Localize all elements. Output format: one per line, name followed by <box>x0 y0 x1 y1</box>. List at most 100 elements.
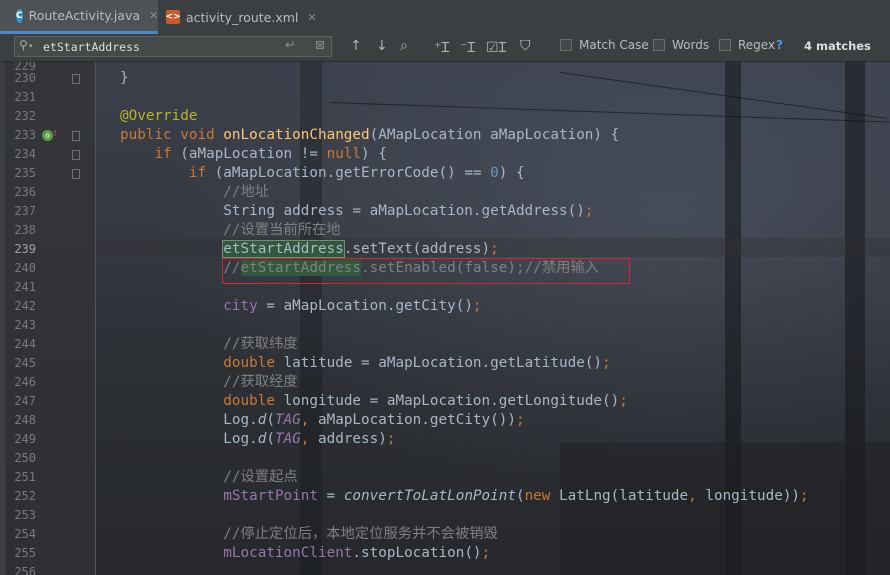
search-input[interactable]: ⚲ ▾ etStartAddress ↵ ⊠ <box>14 36 332 57</box>
line-number: 237 <box>14 204 36 218</box>
line-number: 248 <box>14 413 36 427</box>
tab-route-activity[interactable]: C RouteActivity.java ✕ <box>0 0 158 34</box>
line-number: 256 <box>14 565 36 575</box>
code-line: 254 //停止定位后，本地定位服务并不会被销毁 <box>0 525 890 544</box>
add-occurrence-icon[interactable]: ⁺Ɪ <box>434 38 449 57</box>
line-number: 238 <box>14 223 36 237</box>
code-text: double longitude = aMapLocation.getLongi… <box>223 393 628 409</box>
clear-search-icon[interactable]: ⊠ <box>315 38 325 52</box>
xml-file-icon: <> <box>165 10 181 24</box>
code-line: 230 } <box>0 69 890 88</box>
match-count: 4 matches <box>804 39 871 53</box>
regex-checkbox[interactable] <box>719 39 731 51</box>
line-number: 241 <box>14 280 36 294</box>
code-text: //设置当前所在地 <box>120 222 341 238</box>
code-text: //获取经度 <box>120 374 298 390</box>
close-icon[interactable]: ✕ <box>307 11 316 24</box>
code-line: 251 //设置起点 <box>0 468 890 487</box>
code-line: 252 mStartPoint = convertToLatLonPoint(n… <box>0 487 890 506</box>
remove-occurrence-icon[interactable]: ⁻Ɪ <box>460 38 475 57</box>
search-query-text[interactable]: etStartAddress <box>43 40 140 54</box>
regex-help-link[interactable]: ? <box>776 38 783 52</box>
filter-icon[interactable]: ⛉ <box>520 38 531 54</box>
match-case-checkbox[interactable] <box>560 39 572 51</box>
line-number: 250 <box>14 451 36 465</box>
search-match-highlight: etStartAddress <box>222 240 345 258</box>
words-label[interactable]: Words <box>672 38 709 52</box>
new-line-icon[interactable]: ↵ <box>285 38 296 53</box>
code-text: Log.d(TAG, aMapLocation.getCity()); <box>120 412 525 428</box>
editor-tab-bar: C RouteActivity.java ✕ <> activity_route… <box>0 0 890 35</box>
line-number: 231 <box>14 90 36 104</box>
code-line-current: 239 etStartAddress.setText(address); <box>0 240 890 259</box>
c-class-icon: C <box>16 8 23 23</box>
words-checkbox[interactable] <box>653 39 665 51</box>
code-text: Log.d(TAG, address); <box>120 431 396 447</box>
close-icon[interactable]: ✕ <box>149 9 158 22</box>
code-line: 231 <box>0 88 890 107</box>
line-number: 234 <box>14 147 36 161</box>
line-number: 230 <box>14 71 36 85</box>
code-text: city = aMapLocation.getCity(); <box>223 298 482 314</box>
code-line: 245 double latitude = aMapLocation.getLa… <box>0 354 890 373</box>
code-line: 244 //获取纬度 <box>0 335 890 354</box>
next-occurrence-icon[interactable]: ↓ <box>376 38 388 54</box>
line-number: 242 <box>14 299 36 313</box>
tab-activity-route-xml[interactable]: <> activity_route.xml ✕ <box>158 0 318 34</box>
code-text: //地址 <box>120 184 270 200</box>
code-text: if (aMapLocation != null) { <box>154 146 387 162</box>
tab-label: activity_route.xml <box>186 9 299 25</box>
search-history-dropdown-icon[interactable]: ▾ <box>29 42 33 50</box>
line-number: 252 <box>14 489 36 503</box>
red-annotation-box <box>222 258 630 284</box>
code-line: 253 <box>0 506 890 525</box>
code-line: 256 <box>0 563 890 575</box>
code-line: 249 Log.d(TAG, address); <box>0 430 890 449</box>
line-number: 235 <box>14 166 36 180</box>
line-number: 245 <box>14 356 36 370</box>
code-editor[interactable]: o ↑ 229 230 } 231 232 @Override 233 publ… <box>0 62 890 575</box>
match-case-label[interactable]: Match Case <box>579 38 649 52</box>
previous-occurrence-icon[interactable]: ↑ <box>350 38 362 54</box>
line-number: 253 <box>14 508 36 522</box>
code-line: 234 if (aMapLocation != null) { <box>0 145 890 164</box>
code-line: 235 if (aMapLocation.getErrorCode() == 0… <box>0 164 890 183</box>
select-all-occurrences-icon[interactable]: ☑Ɪ <box>486 38 506 57</box>
line-number: 251 <box>14 470 36 484</box>
find-bar: ⚲ ▾ etStartAddress ↵ ⊠ ↑ ↓ ⌕ ⁺Ɪ ⁻Ɪ ☑Ɪ ⛉ … <box>0 34 890 62</box>
code-text: public void onLocationChanged(AMapLocati… <box>120 127 620 143</box>
code-line: 243 <box>0 316 890 335</box>
line-number: 240 <box>14 261 36 275</box>
code-line: 233 public void onLocationChanged(AMapLo… <box>0 126 890 145</box>
code-text: //获取纬度 <box>120 336 298 352</box>
code-line: 236 //地址 <box>0 183 890 202</box>
code-line: 250 <box>0 449 890 468</box>
code-line: 247 double longitude = aMapLocation.getL… <box>0 392 890 411</box>
code-line: 237 String address = aMapLocation.getAdd… <box>0 202 890 221</box>
code-text: String address = aMapLocation.getAddress… <box>120 203 594 219</box>
code-text: if (aMapLocation.getErrorCode() == 0) { <box>188 165 525 181</box>
line-number: 255 <box>14 546 36 560</box>
line-number: 233 <box>14 128 36 142</box>
search-icon[interactable]: ⚲ <box>19 38 28 52</box>
code-text: mLocationClient.stopLocation(); <box>223 545 491 561</box>
find-all-icon[interactable]: ⌕ <box>400 38 408 54</box>
code-line: 242 city = aMapLocation.getCity(); <box>0 297 890 316</box>
line-number: 239 <box>14 242 36 256</box>
line-number: 236 <box>14 185 36 199</box>
code-line: 232 @Override <box>0 107 890 126</box>
line-number: 254 <box>14 527 36 541</box>
code-text: //停止定位后，本地定位服务并不会被销毁 <box>120 526 498 542</box>
code-text: mStartPoint = convertToLatLonPoint(new L… <box>223 488 809 504</box>
regex-label[interactable]: Regex <box>738 38 775 52</box>
code-line: 255 mLocationClient.stopLocation(); <box>0 544 890 563</box>
code-line: 246 //获取经度 <box>0 373 890 392</box>
code-text: double latitude = aMapLocation.getLatitu… <box>223 355 611 371</box>
line-number: 246 <box>14 375 36 389</box>
code-line: 248 Log.d(TAG, aMapLocation.getCity()); <box>0 411 890 430</box>
code-text: etStartAddress.setText(address); <box>222 240 499 258</box>
line-number: 243 <box>14 318 36 332</box>
code-text: } <box>120 70 129 86</box>
line-number: 232 <box>14 109 36 123</box>
line-number: 247 <box>14 394 36 408</box>
